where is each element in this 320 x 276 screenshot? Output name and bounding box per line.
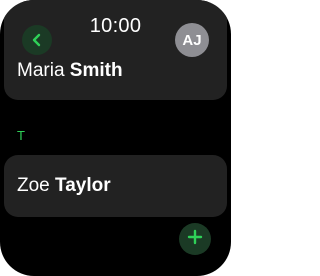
- contact-first-name: Zoe: [17, 175, 50, 196]
- contact-last-name: Taylor: [55, 175, 111, 196]
- section-header-letter: T: [17, 128, 25, 143]
- add-contact-button[interactable]: [179, 223, 211, 255]
- avatar[interactable]: AJ: [175, 23, 209, 57]
- watch-screen: Maria Smith 10:00 AJ T Zoe Taylor: [0, 0, 231, 276]
- plus-icon: [187, 229, 203, 250]
- contact-last-name: Smith: [69, 60, 123, 81]
- contact-first-name: Maria: [17, 60, 65, 81]
- contact-row[interactable]: Zoe Taylor: [4, 155, 227, 217]
